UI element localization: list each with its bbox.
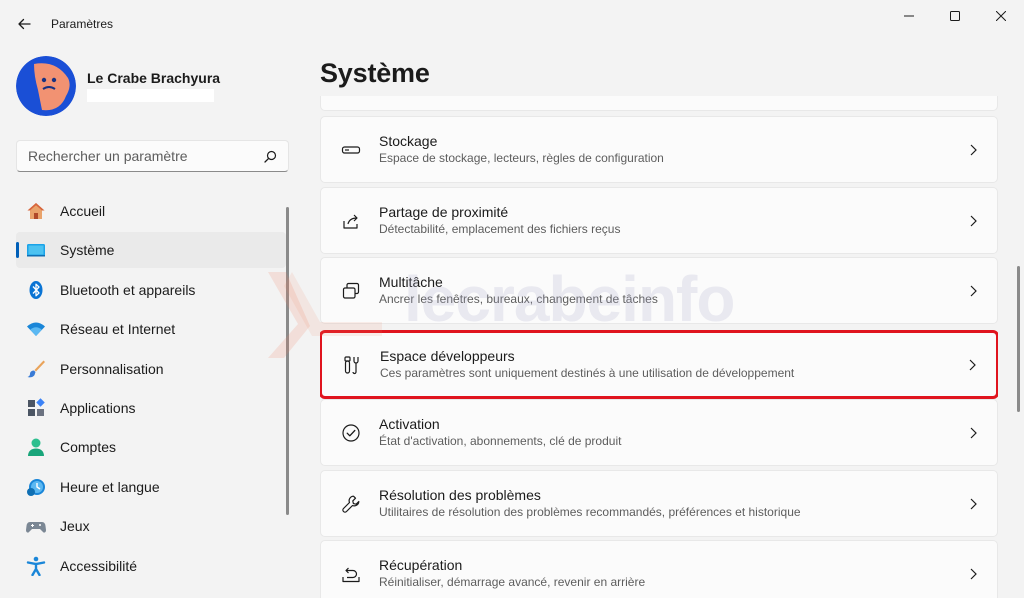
- sidebar-item-label: Personnalisation: [60, 360, 164, 377]
- card-title: Résolution des problèmes: [379, 487, 541, 503]
- maximize-button[interactable]: [932, 0, 978, 32]
- sidebar-item-bluetooth[interactable]: Bluetooth et appareils: [16, 272, 286, 308]
- card-subtitle: Détectabilité, emplacement des fichiers …: [379, 222, 621, 236]
- maximize-icon: [950, 11, 960, 21]
- profile-name: Le Crabe Brachyura: [87, 70, 221, 86]
- gamepad-icon: [26, 516, 46, 536]
- card-recuperation[interactable]: Récupération Réinitialiser, démarrage av…: [320, 540, 998, 598]
- share-icon: [321, 188, 377, 253]
- system-icon: [26, 240, 46, 260]
- back-button[interactable]: [0, 0, 48, 48]
- profile-email-redacted: [87, 89, 214, 102]
- chevron-right-icon: [949, 285, 997, 297]
- sidebar-item-label: Réseau et Internet: [60, 321, 176, 338]
- accessibility-icon: [26, 556, 46, 576]
- sidebar-item-accueil[interactable]: Accueil: [16, 193, 286, 229]
- sidebar-item-accessibilite[interactable]: Accessibilité: [16, 548, 286, 584]
- title-bar: Paramètres: [0, 0, 1024, 48]
- sidebar-item-comptes[interactable]: Comptes: [16, 429, 286, 465]
- partial-card[interactable]: [320, 96, 998, 111]
- close-icon: [996, 11, 1006, 21]
- chevron-right-icon: [949, 568, 997, 580]
- sidebar-item-reseau[interactable]: Réseau et Internet: [16, 311, 286, 347]
- card-resolution-problemes[interactable]: Résolution des problèmes Utilitaires de …: [320, 470, 998, 537]
- sidebar-item-label: Système: [60, 242, 115, 259]
- account-icon: [26, 437, 46, 457]
- card-title: Stockage: [379, 133, 438, 149]
- card-subtitle: Ces paramètres sont uniquement destinés …: [380, 366, 795, 380]
- sidebar-item-jeux[interactable]: Jeux: [16, 508, 286, 544]
- window-title: Paramètres: [51, 17, 114, 31]
- sidebar-item-label: Comptes: [60, 439, 117, 456]
- sidebar-item-label: Applications: [60, 399, 136, 416]
- settings-list: Stockage Espace de stockage, lecteurs, r…: [320, 96, 998, 598]
- card-title: Espace développeurs: [380, 348, 515, 364]
- card-title: Activation: [379, 416, 440, 432]
- card-partage-proximite[interactable]: Partage de proximité Détectabilité, empl…: [320, 187, 998, 254]
- search-box[interactable]: [16, 140, 289, 172]
- page-title: Système: [320, 58, 430, 88]
- wrench-icon: [321, 471, 377, 536]
- avatar: [16, 56, 76, 116]
- sidebar-item-personnalisation[interactable]: Personnalisation: [16, 351, 286, 387]
- chevron-right-icon: [948, 359, 996, 371]
- sidebar-item-label: Bluetooth et appareils: [60, 281, 196, 298]
- search-input[interactable]: [28, 148, 252, 164]
- sidebar-item-heure-langue[interactable]: Heure et langue: [16, 469, 286, 505]
- sidebar-item-label: Accessibilité: [60, 557, 138, 574]
- card-espace-developpeurs[interactable]: Espace développeurs Ces paramètres sont …: [320, 330, 998, 399]
- recovery-icon: [321, 541, 377, 598]
- card-activation[interactable]: Activation État d'activation, abonnement…: [320, 399, 998, 466]
- chevron-right-icon: [949, 498, 997, 510]
- sidebar-item-applications[interactable]: Applications: [16, 390, 286, 426]
- card-subtitle: Utilitaires de résolution des problèmes …: [379, 505, 801, 519]
- card-subtitle: Espace de stockage, lecteurs, règles de …: [379, 151, 664, 165]
- chevron-right-icon: [949, 215, 997, 227]
- minimize-icon: [904, 15, 914, 17]
- sidebar-item-systeme[interactable]: Système: [16, 232, 286, 269]
- sidebar-scrollbar[interactable]: [286, 207, 289, 515]
- card-title: Multitâche: [379, 274, 443, 290]
- content-scrollbar[interactable]: [1017, 266, 1020, 412]
- chevron-right-icon: [949, 144, 997, 156]
- bluetooth-icon: [26, 280, 46, 300]
- apps-icon: [26, 398, 46, 418]
- user-profile[interactable]: Le Crabe Brachyura: [16, 56, 220, 116]
- sidebar-item-label: Heure et langue: [60, 478, 160, 495]
- back-arrow-icon: [18, 18, 31, 30]
- close-button[interactable]: [978, 0, 1024, 32]
- activation-icon: [321, 400, 377, 465]
- card-stockage[interactable]: Stockage Espace de stockage, lecteurs, r…: [320, 116, 998, 183]
- window-controls: [886, 0, 1024, 32]
- multitask-icon: [321, 258, 377, 323]
- card-title: Récupération: [379, 557, 463, 573]
- storage-icon: [321, 117, 377, 182]
- card-subtitle: État d'activation, abonnements, clé de p…: [379, 434, 622, 448]
- search-icon[interactable]: [252, 150, 288, 163]
- wifi-icon: [26, 319, 46, 339]
- minimize-button[interactable]: [886, 0, 932, 32]
- home-icon: [26, 201, 46, 221]
- sidebar-item-label: Jeux: [60, 518, 90, 535]
- card-title: Partage de proximité: [379, 204, 509, 220]
- time-language-icon: [26, 477, 46, 497]
- sidebar-item-label: Accueil: [60, 203, 106, 219]
- card-subtitle: Ancrer les fenêtres, bureaux, changement…: [379, 292, 658, 306]
- card-subtitle: Réinitialiser, démarrage avancé, revenir…: [379, 575, 646, 589]
- card-multitache[interactable]: Multitâche Ancrer les fenêtres, bureaux,…: [320, 257, 998, 324]
- developer-tools-icon: [322, 333, 378, 396]
- brush-icon: [26, 359, 46, 379]
- sidebar-nav: Accueil Système Bluetooth et appareils R…: [16, 193, 286, 587]
- chevron-right-icon: [949, 427, 997, 439]
